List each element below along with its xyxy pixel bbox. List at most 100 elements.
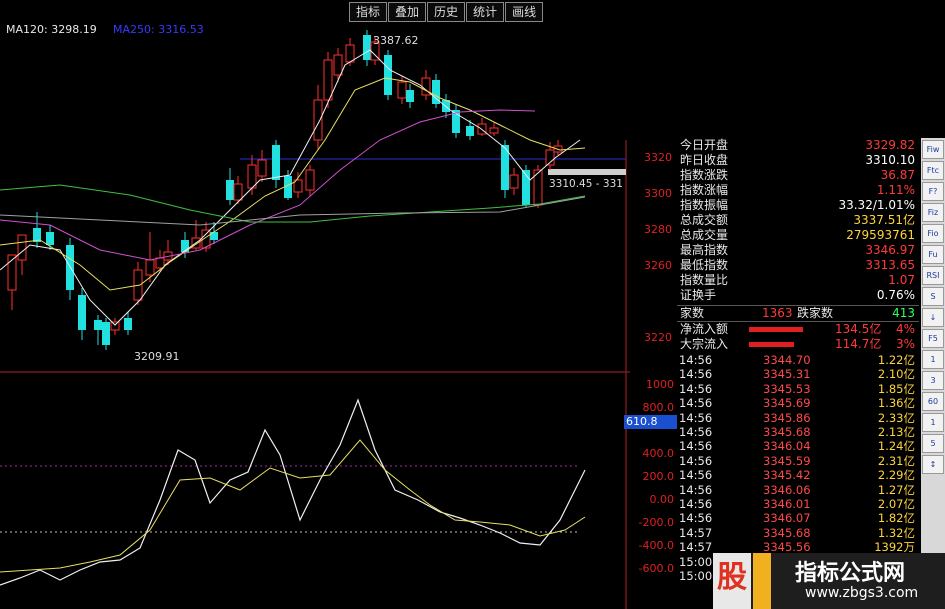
indicator-axis-label: -400.0 [638, 539, 674, 552]
candle-body [233, 183, 243, 201]
sidebar-tool-button[interactable]: Fiz [922, 203, 944, 222]
stat-value: 3329.82 [865, 138, 915, 152]
stat-label: 总成交量 [680, 228, 729, 242]
tab-drawing[interactable]: 画线 [505, 2, 544, 22]
tick-price: 3346.01 [763, 497, 811, 511]
candle-body [333, 54, 343, 76]
tick-price: 3346.06 [763, 482, 811, 497]
sidebar-tool-button[interactable]: S [922, 287, 944, 306]
chart-toolbar: 指标 叠加 历史 统计 画线 [349, 2, 544, 22]
flow-row: 净流入额 134.5亿 4% [677, 322, 919, 337]
stat-label: 今日开盘 [680, 138, 729, 152]
current-price-label: 3310.45 - 331 [549, 178, 623, 190]
tick-row: 14:56 3346.07 1.82亿 [677, 511, 919, 525]
candle-body [272, 145, 280, 180]
tab-statistics[interactable]: 统计 [466, 2, 505, 22]
tick-volume: 1.22亿 [877, 353, 915, 367]
tick-row: 14:56 3345.31 2.10亿 [677, 367, 919, 381]
tick-price: 3345.68 [763, 425, 811, 439]
sidebar-tool-button[interactable]: Ftc [922, 161, 944, 180]
sidebar-tool-button[interactable]: 60 [922, 392, 944, 411]
tick-row: 14:56 3345.68 2.13亿 [677, 425, 919, 439]
tick-price: 3345.59 [763, 453, 811, 468]
candle-body [313, 99, 323, 141]
tick-price: 3345.69 [763, 396, 811, 411]
tick-time: 15:00 [679, 569, 713, 583]
kline-chart [0, 30, 630, 609]
sidebar-tool-button[interactable]: ↓ [922, 308, 944, 327]
candle-body [363, 35, 371, 60]
tick-row: 14:56 3345.69 1.36亿 [677, 396, 919, 410]
sidebar-tool-button[interactable]: F5 [922, 329, 944, 348]
tick-time: 14:56 [679, 425, 713, 439]
stat-row: 指数涨幅 1.11% [677, 183, 919, 198]
stat-label: 最低指数 [680, 258, 729, 272]
sidebar-tool-button[interactable]: Fiw [922, 140, 944, 159]
tick-volume: 2.13亿 [877, 425, 915, 439]
stat-row: 总成交量 279593761 [677, 228, 919, 243]
tick-time: 14:57 [679, 525, 713, 540]
tick-time: 14:56 [679, 468, 713, 483]
stat-row: 指数量比 1.07 [677, 273, 919, 288]
stat-row: 昨日收盘 3310.10 [677, 153, 919, 168]
tick-time: 14:56 [679, 353, 713, 367]
tick-time: 14:56 [679, 453, 713, 468]
candle-body [145, 259, 155, 276]
tick-time: 14:56 [679, 396, 713, 411]
candle-body [406, 90, 414, 102]
candle-body [305, 169, 315, 191]
tick-price: 3345.42 [763, 468, 811, 483]
up-count-value: 1363 [762, 306, 793, 320]
stat-value: 36.87 [880, 168, 915, 182]
flow-pct: 3% [895, 337, 915, 351]
current-price-marker [548, 169, 626, 175]
tick-price: 3344.70 [763, 353, 811, 367]
indicator-signal-line [0, 439, 586, 573]
sidebar-tool-button[interactable]: 3 [922, 371, 944, 390]
sidebar-tool-button[interactable]: F? [922, 182, 944, 201]
breadth-row: 家数 1363 跌家数 413 [677, 305, 919, 322]
candle-body [466, 126, 474, 136]
price-axis-label: 3300 [644, 187, 672, 200]
stat-row: 总成交额 3337.51亿 [677, 213, 919, 228]
tick-time: 14:57 [679, 540, 713, 555]
sidebar-tool-button[interactable]: Fio [922, 224, 944, 243]
sidebar-tool-button[interactable]: 1 [922, 413, 944, 432]
sidebar-tool-button[interactable]: Fu [922, 245, 944, 264]
stat-label: 总成交额 [680, 213, 729, 227]
flow-label: 净流入额 [680, 322, 729, 336]
tab-indicator[interactable]: 指标 [349, 2, 388, 22]
tick-price: 3345.53 [763, 381, 811, 396]
stat-row: 指数振幅 33.32/1.01% [677, 198, 919, 213]
tick-row: 14:56 3346.04 1.24亿 [677, 439, 919, 453]
kline-chart-area[interactable]: 指标 叠加 历史 统计 画线 MA120: 3298.19 MA250: 331… [0, 0, 678, 609]
candle-body [102, 322, 110, 345]
stat-label: 指数振幅 [680, 198, 729, 212]
watermark-stripe [753, 553, 771, 609]
sidebar-tool-button[interactable]: RSI [922, 266, 944, 285]
sidebar-tool-button[interactable]: ↕ [922, 455, 944, 474]
stat-value: 1.11% [876, 183, 915, 197]
stat-row: 今日开盘 3329.82 [677, 138, 919, 153]
tick-price: 3346.04 [763, 439, 811, 454]
stat-value: 3310.10 [865, 153, 915, 167]
indicator-axis-label: -600.0 [638, 562, 674, 575]
stat-value: 3313.65 [865, 258, 915, 272]
tick-row: 14:56 3344.70 1.22亿 [677, 353, 919, 367]
tab-history[interactable]: 历史 [427, 2, 466, 22]
indicator-line [0, 398, 586, 586]
candle-body [397, 81, 407, 99]
tab-overlay[interactable]: 叠加 [388, 2, 427, 22]
indicator-axis-label: 200.0 [642, 470, 675, 483]
tick-row: 14:56 3346.06 1.27亿 [677, 483, 919, 497]
sidebar-tool-button[interactable]: 5 [922, 434, 944, 453]
tick-time: 14:56 [679, 439, 713, 454]
tick-volume: 2.31亿 [877, 453, 915, 468]
candle-body [17, 234, 27, 261]
tick-time: 14:56 [679, 497, 713, 511]
indicator-axis-label: 0.00 [649, 493, 675, 506]
candle-body [345, 44, 355, 63]
watermark-brand: 指标公式网 [795, 561, 906, 586]
sidebar-tool-button[interactable]: 1 [922, 350, 944, 369]
watermark-url: www.zbgs3.com [805, 585, 919, 601]
